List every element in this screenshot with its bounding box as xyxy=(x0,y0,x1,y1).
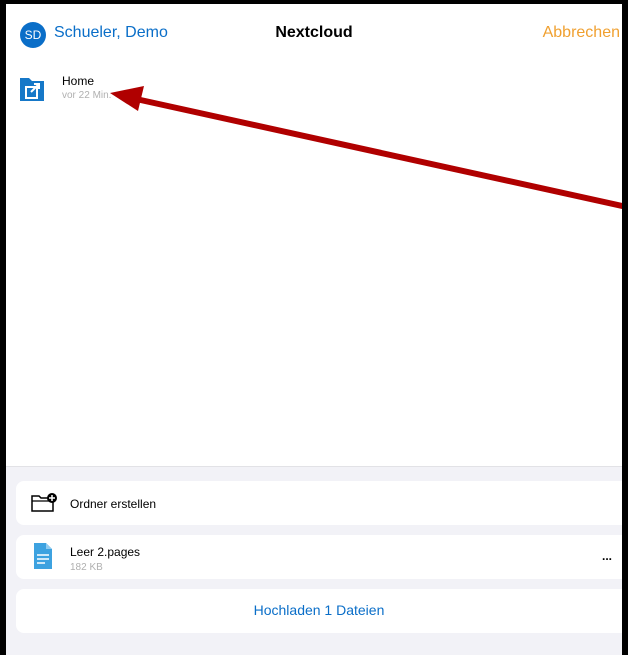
folder-name: Home xyxy=(62,74,95,88)
upload-button[interactable]: Hochladen 1 Dateien xyxy=(16,589,622,633)
file-size: 182 KB xyxy=(70,562,103,573)
create-folder-label: Ordner erstellen xyxy=(70,497,157,511)
page-title: Nextcloud xyxy=(275,24,353,41)
file-name: Leer 2.pages xyxy=(70,545,141,559)
file-row[interactable]: Leer 2.pages 182 KB ... xyxy=(16,535,622,579)
folder-row-home[interactable]: Home vor 22 Min. xyxy=(6,66,622,112)
app-window: SD Schueler, Demo Nextcloud Abbrechen Ho… xyxy=(0,0,628,655)
document-icon xyxy=(34,543,52,569)
bottom-panel: Ordner erstellen Leer 2.pages 182 KB ...… xyxy=(6,466,622,655)
folder-modified-time: vor 22 Min. xyxy=(62,90,112,101)
upload-label: Hochladen 1 Dateien xyxy=(253,602,385,618)
header-bar: SD Schueler, Demo Nextcloud Abbrechen xyxy=(6,4,622,56)
create-folder-button[interactable]: Ordner erstellen xyxy=(16,481,622,525)
shared-folder-icon xyxy=(20,78,44,101)
folder-add-icon xyxy=(31,493,57,512)
more-options-button[interactable]: ... xyxy=(602,549,612,563)
cancel-button[interactable]: Abbrechen xyxy=(543,24,620,42)
